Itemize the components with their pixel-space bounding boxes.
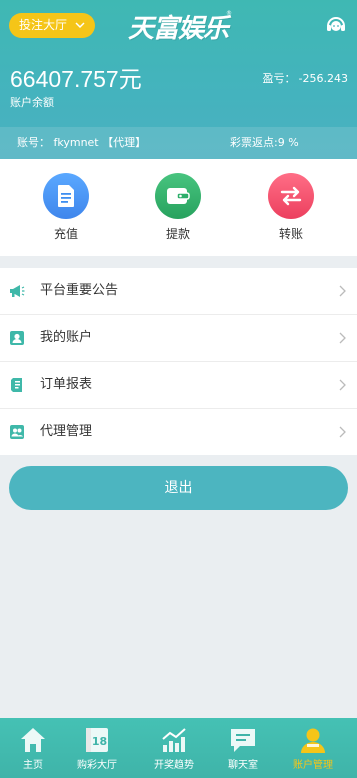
logout-button[interactable]: 退出 [9,466,348,510]
team-icon [10,425,24,439]
menu-item-my-account[interactable]: 我的账户 [0,315,357,362]
user-card-icon [10,331,24,345]
menu-item-announcements[interactable]: 平台重要公告 [0,268,357,315]
menu-label-order-report: 订单报表 [40,377,93,392]
wallet-icon [155,173,201,219]
transfer-button[interactable]: 转账 [261,173,321,242]
chevron-right-icon [339,426,346,438]
lottery-badge-number: 18 [92,735,107,748]
menu-label-my-account: 我的账户 [40,330,93,345]
tab-label-home: 主页 [23,760,43,771]
account-info-bar: 账号： fkymnet 【代理】 彩票返点:9 % [0,127,357,159]
menu-item-agent-management[interactable]: 代理管理 [0,409,357,455]
top-bar: 投注大厅 天富娱乐 ® [0,0,357,50]
megaphone-icon [10,285,25,297]
document-icon [43,173,89,219]
chat-icon [231,729,255,752]
tab-label-draw-trends: 开奖趋势 [154,760,194,771]
tab-label-chat-room: 聊天室 [228,760,258,771]
deposit-button[interactable]: 充值 [36,173,96,242]
tab-account-management[interactable]: 账户管理 [288,718,338,778]
home-icon [21,728,45,752]
profit-loss-value: -256.243 [298,72,348,85]
transfer-label: 转账 [278,227,303,241]
lottery-rebate: 彩票返点:9 % [230,136,299,149]
account-balance-label: 账户余额 [10,96,54,109]
menu-item-order-report[interactable]: 订单报表 [0,362,357,409]
chevron-right-icon [339,285,346,297]
tab-lottery-hall[interactable]: 18 购彩大厅 [72,718,122,778]
tab-label-account-management: 账户管理 [293,760,333,771]
profit-loss-label: 盈亏： [262,72,296,85]
account-id: 账号： fkymnet 【代理】 [17,136,147,149]
betting-lobby-button[interactable]: 投注大厅 [9,13,95,38]
profit-loss: 盈亏： -256.243 [260,70,348,86]
tab-chat-room[interactable]: 聊天室 [218,718,268,778]
brand-logo: 天富娱乐 ® [128,8,232,44]
account-balance: 66407.757元 [10,66,142,92]
lottery-icon: 18 [86,728,108,752]
chevron-right-icon [339,379,346,391]
withdraw-button[interactable]: 提款 [148,173,208,242]
trend-chart-icon [162,728,186,752]
report-icon [11,378,22,392]
withdraw-label: 提款 [165,227,190,241]
headset-icon[interactable] [325,14,347,36]
betting-lobby-label: 投注大厅 [19,18,68,32]
menu-label-announcements: 平台重要公告 [40,283,119,298]
deposit-label: 充值 [53,227,78,241]
tab-label-lottery-hall: 购彩大厅 [77,760,117,771]
transfer-icon [268,173,314,219]
tab-draw-trends[interactable]: 开奖趋势 [148,718,200,778]
account-header-panel: 投注大厅 天富娱乐 ® 66407.757元 账户余额 盈亏： -256.243 … [0,0,357,159]
logo-registered-mark: ® [226,10,232,17]
chevron-down-icon [75,22,85,29]
chevron-right-icon [339,332,346,344]
account-menu: 平台重要公告 我的账户 订单报表 代理管理 [0,268,357,455]
user-icon [301,728,325,753]
menu-label-agent-management: 代理管理 [40,424,93,439]
logo-text: 天富娱乐 [128,14,229,44]
quick-actions: 充值 提款 转账 [0,159,357,256]
bottom-tab-bar: 主页 18 购彩大厅 开奖趋势 聊天室 账户管理 [0,718,357,778]
tab-home[interactable]: 主页 [8,718,58,778]
